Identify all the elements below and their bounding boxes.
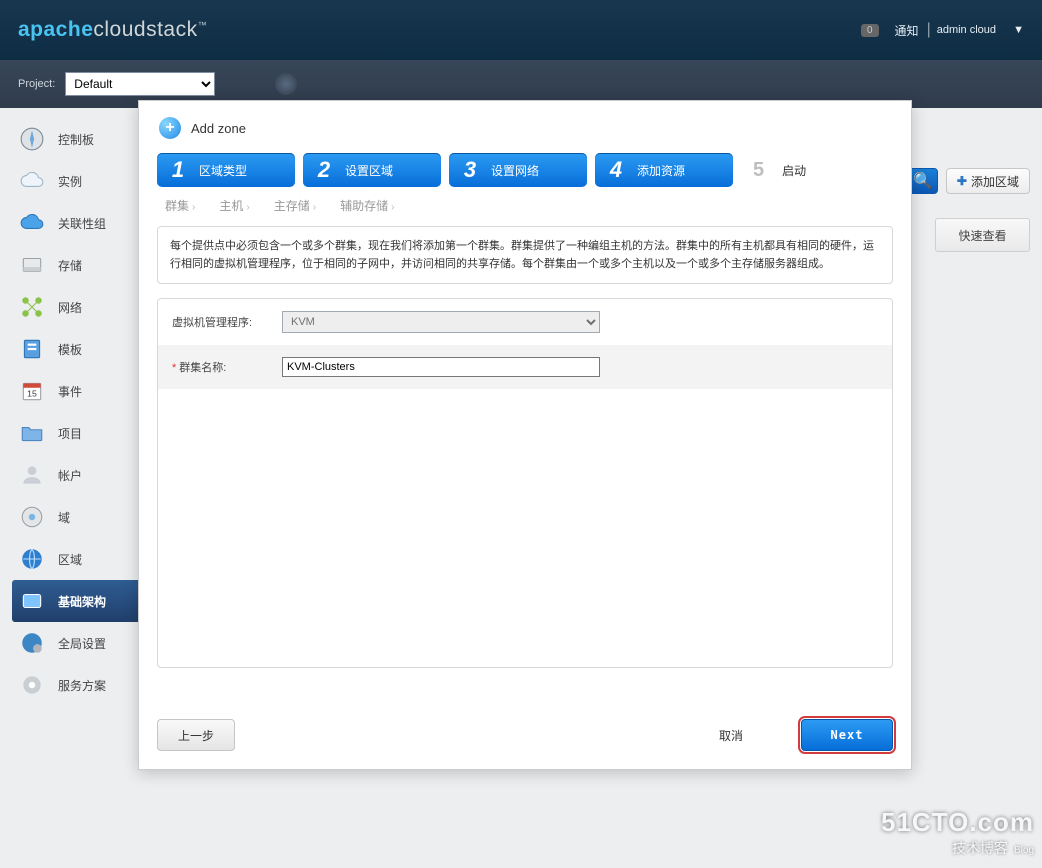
chevron-right-icon: › xyxy=(391,202,394,213)
watermark-line1: 51CTO.com xyxy=(881,807,1034,838)
plus-circle-icon: + xyxy=(159,117,181,139)
step-add-resources[interactable]: 4添加资源 xyxy=(595,153,733,187)
modal-title: Add zone xyxy=(191,121,246,136)
form-row-cluster-name: *群集名称: xyxy=(158,345,892,389)
subtab-primary-storage[interactable]: 主存储› xyxy=(274,197,316,214)
cluster-name-input[interactable] xyxy=(282,357,600,377)
watermark: 51CTO.com 技术博客Blog xyxy=(881,807,1034,858)
subtab-cluster[interactable]: 群集› xyxy=(165,197,195,214)
step-setup-zone[interactable]: 2设置区域 xyxy=(303,153,441,187)
modal-title-row: + Add zone xyxy=(139,101,911,147)
modal-footer: 上一步 取消 Next xyxy=(157,719,893,751)
cluster-name-label: *群集名称: xyxy=(172,359,282,375)
chevron-right-icon: › xyxy=(313,202,316,213)
required-marker: * xyxy=(172,362,176,374)
chevron-right-icon: › xyxy=(246,202,249,213)
cancel-button[interactable]: 取消 xyxy=(719,727,743,744)
subtab-secondary-storage[interactable]: 辅助存储› xyxy=(340,197,394,214)
step-zone-type[interactable]: 1区域类型 xyxy=(157,153,295,187)
description-box: 每个提供点中必须包含一个或多个群集，现在我们将添加第一个群集。群集提供了一种编组… xyxy=(157,226,893,284)
watermark-line2: 技术博客Blog xyxy=(881,838,1034,858)
previous-button[interactable]: 上一步 xyxy=(157,719,235,751)
form-row-hypervisor: 虚拟机管理程序: KVM xyxy=(158,299,892,345)
step-setup-network[interactable]: 3设置网络 xyxy=(449,153,587,187)
hypervisor-label: 虚拟机管理程序: xyxy=(172,314,282,330)
subtab-host[interactable]: 主机› xyxy=(219,197,249,214)
hypervisor-select[interactable]: KVM xyxy=(282,311,600,333)
add-zone-modal: + Add zone 1区域类型 2设置区域 3设置网络 4添加资源 5启动 群… xyxy=(138,100,912,770)
wizard-steps: 1区域类型 2设置区域 3设置网络 4添加资源 5启动 xyxy=(139,147,911,193)
form-box: 虚拟机管理程序: KVM *群集名称: xyxy=(157,298,893,668)
subtab-row: 群集› 主机› 主存储› 辅助存储› xyxy=(139,193,911,224)
next-button[interactable]: Next xyxy=(801,719,893,751)
step-launch: 5启动 xyxy=(741,153,818,187)
chevron-right-icon: › xyxy=(192,202,195,213)
